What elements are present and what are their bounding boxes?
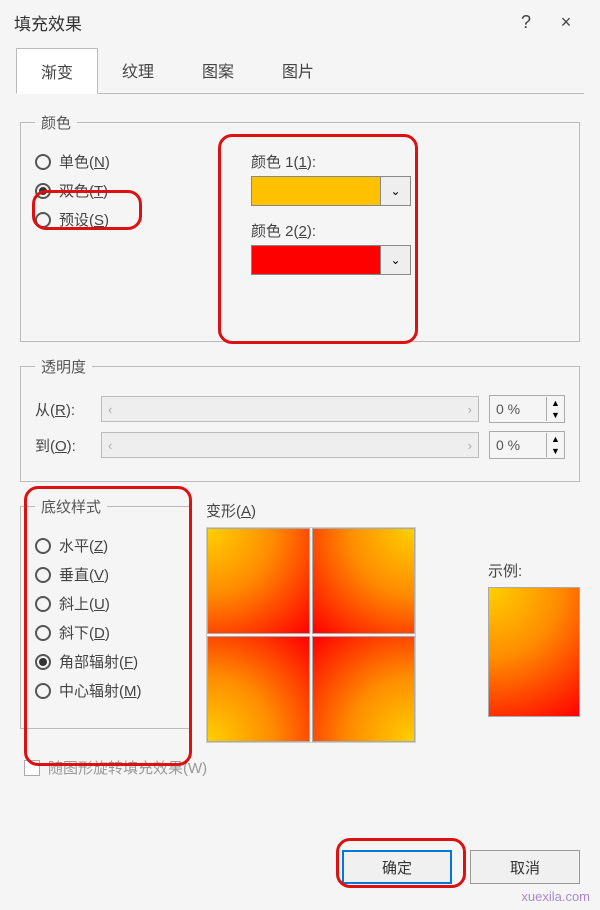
spinner-down-icon[interactable]: ▼	[547, 409, 564, 421]
variant-2[interactable]	[312, 528, 415, 634]
variant-1[interactable]	[207, 528, 310, 634]
radio-vertical[interactable]: 垂直(V)	[35, 564, 109, 585]
radio-diagonal-down[interactable]: 斜下(D)	[35, 622, 110, 643]
transparency-to-label: 到(O):	[35, 435, 91, 456]
spinner-up-icon[interactable]: ▲	[547, 433, 564, 445]
shading-styles-group: 底纹样式 水平(Z) 垂直(V) 斜上(U) 斜下(D) 角部辐射(F) 中心辐…	[20, 496, 190, 729]
transparency-from-label: 从(R):	[35, 399, 91, 420]
sample-label: 示例:	[488, 560, 580, 581]
transparency-from-spinner[interactable]: 0 %▲▼	[489, 395, 565, 423]
rotate-checkbox[interactable]	[24, 760, 40, 776]
transparency-legend: 透明度	[35, 356, 92, 377]
radio-single-color[interactable]: 单色(N)	[35, 151, 110, 172]
footer: 确定 取消	[342, 850, 580, 884]
transparency-to-spinner[interactable]: 0 %▲▼	[489, 431, 565, 459]
radio-diagonal-up[interactable]: 斜上(U)	[35, 593, 110, 614]
transparency-to-slider[interactable]: ‹›	[101, 432, 479, 458]
tab-texture[interactable]: 纹理	[98, 48, 178, 93]
transparency-from-slider[interactable]: ‹›	[101, 396, 479, 422]
color1-label: 颜色 1(1):	[251, 151, 411, 172]
help-button[interactable]: ?	[506, 12, 546, 33]
close-button[interactable]: ×	[546, 12, 586, 33]
tab-picture[interactable]: 图片	[258, 48, 338, 93]
ok-button[interactable]: 确定	[342, 850, 452, 884]
colors-legend: 颜色	[35, 112, 77, 133]
color2-label: 颜色 2(2):	[251, 220, 411, 241]
titlebar: 填充效果 ? ×	[0, 0, 600, 44]
cancel-button[interactable]: 取消	[470, 850, 580, 884]
dialog-title: 填充效果	[14, 10, 506, 35]
sample-area: 示例:	[488, 560, 580, 717]
radio-two-color[interactable]: 双色(T)	[35, 180, 108, 201]
shading-legend: 底纹样式	[35, 496, 107, 517]
color2-dropdown[interactable]: ⌄	[381, 245, 411, 275]
chevron-down-icon: ⌄	[390, 253, 400, 267]
color-pickers: 颜色 1(1): ⌄ 颜色 2(2): ⌄	[251, 151, 411, 275]
color1-dropdown[interactable]: ⌄	[381, 176, 411, 206]
radio-from-center[interactable]: 中心辐射(M)	[35, 680, 142, 701]
radio-horizontal[interactable]: 水平(Z)	[35, 535, 108, 556]
color2-swatch[interactable]	[251, 245, 381, 275]
radio-from-corner[interactable]: 角部辐射(F)	[35, 651, 138, 672]
spinner-down-icon[interactable]: ▼	[547, 445, 564, 457]
colors-group: 颜色 单色(N) 双色(T) 预设(S) 颜色 1(1): ⌄ 颜色 2(2):…	[20, 112, 580, 342]
watermark: xuexila.com	[521, 889, 590, 904]
sample-preview	[488, 587, 580, 717]
variants-grid	[206, 527, 416, 743]
variant-3[interactable]	[207, 636, 310, 742]
spinner-up-icon[interactable]: ▲	[547, 397, 564, 409]
tabs: 渐变 纹理 图案 图片	[16, 48, 584, 94]
rotate-label: 随图形旋转填充效果(W)	[48, 757, 207, 778]
tab-gradient[interactable]: 渐变	[16, 48, 98, 94]
color1-swatch[interactable]	[251, 176, 381, 206]
radio-preset[interactable]: 预设(S)	[35, 209, 109, 230]
fill-effects-dialog: 填充效果 ? × 渐变 纹理 图案 图片 颜色 单色(N) 双色(T) 预设(S…	[0, 0, 600, 910]
transparency-group: 透明度 从(R): ‹› 0 %▲▼ 到(O): ‹› 0 %▲▼	[20, 356, 580, 482]
variant-4[interactable]	[312, 636, 415, 742]
chevron-down-icon: ⌄	[390, 184, 400, 198]
tab-pattern[interactable]: 图案	[178, 48, 258, 93]
rotate-with-shape-row: 随图形旋转填充效果(W)	[24, 757, 580, 778]
variants-label: 变形(A)	[206, 500, 580, 521]
